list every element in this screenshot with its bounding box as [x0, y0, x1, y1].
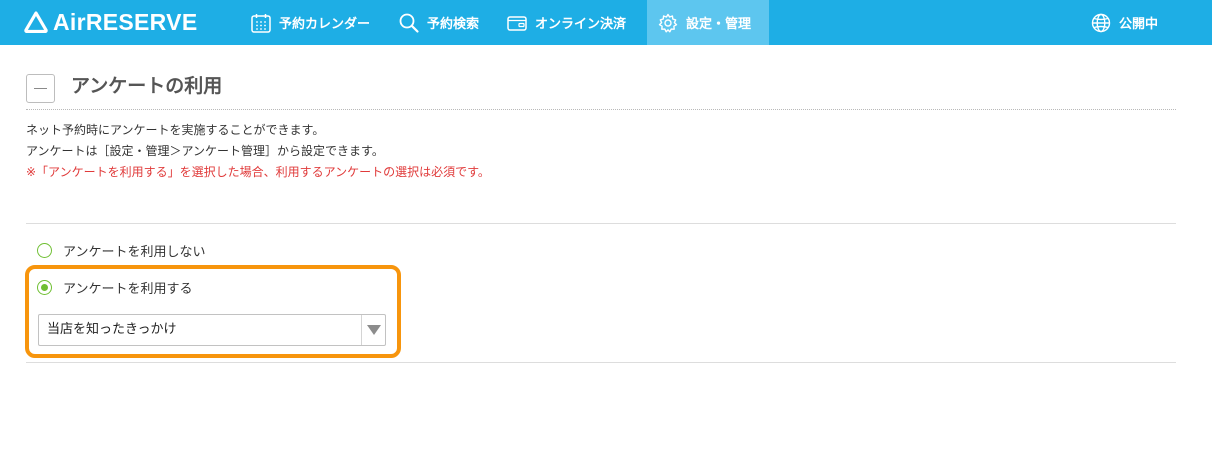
survey-select-value: 当店を知ったきっかけ — [47, 322, 177, 337]
radio-option-use[interactable]: アンケートを利用する — [37, 278, 192, 297]
globe-icon — [1091, 13, 1111, 32]
nav-label: 設定・管理 — [686, 17, 752, 32]
description-line-2: アンケートは［設定・管理＞アンケート管理］から設定できます。 — [26, 144, 384, 158]
survey-select[interactable]: 当店を知ったきっかけ — [38, 314, 386, 346]
top-bar: AirRESERVE 予約カレンダー 予約検索 オンライン決済 設定・管理 公開… — [0, 0, 1212, 45]
public-status-label: 公開中 — [1119, 17, 1159, 32]
public-status[interactable]: 公開中 — [1080, 0, 1168, 45]
radio-option-no-use[interactable]: アンケートを利用しない — [37, 241, 205, 260]
radio-button-no-use[interactable] — [37, 243, 52, 258]
collapse-button[interactable] — [26, 74, 55, 103]
dropdown-arrow-icon[interactable] — [361, 315, 385, 345]
airreserve-logo-icon — [24, 11, 48, 33]
section-title: アンケートの利用 — [71, 75, 223, 97]
divider-bottom — [26, 362, 1176, 363]
gear-icon — [658, 13, 678, 32]
nav-label: 予約検索 — [427, 17, 480, 32]
nav-reservation-search[interactable]: 予約検索 — [388, 0, 489, 45]
calendar-icon — [251, 13, 271, 33]
divider-top — [26, 223, 1176, 224]
nav-online-payment[interactable]: オンライン決済 — [496, 0, 636, 45]
search-icon — [399, 13, 419, 33]
radio-label-use: アンケートを利用する — [63, 282, 193, 297]
radio-button-use[interactable] — [37, 280, 52, 295]
radio-label-no-use: アンケートを利用しない — [63, 245, 206, 260]
description-line-1: ネット予約時にアンケートを実施することができます。 — [26, 123, 325, 137]
nav-reservation-calendar[interactable]: 予約カレンダー — [240, 0, 380, 45]
nav-label: 予約カレンダー — [279, 17, 371, 32]
app-logo[interactable]: AirRESERVE — [24, 9, 197, 35]
nav-settings-management[interactable]: 設定・管理 — [647, 0, 769, 45]
section-header: アンケートの利用 — [26, 72, 1176, 110]
required-note: ※「アンケートを利用する」を選択した場合、利用するアンケートの選択は必須です。 — [26, 165, 490, 179]
logo-text: AirRESERVE — [53, 9, 198, 35]
wallet-icon — [507, 15, 527, 31]
nav-label: オンライン決済 — [535, 17, 627, 32]
